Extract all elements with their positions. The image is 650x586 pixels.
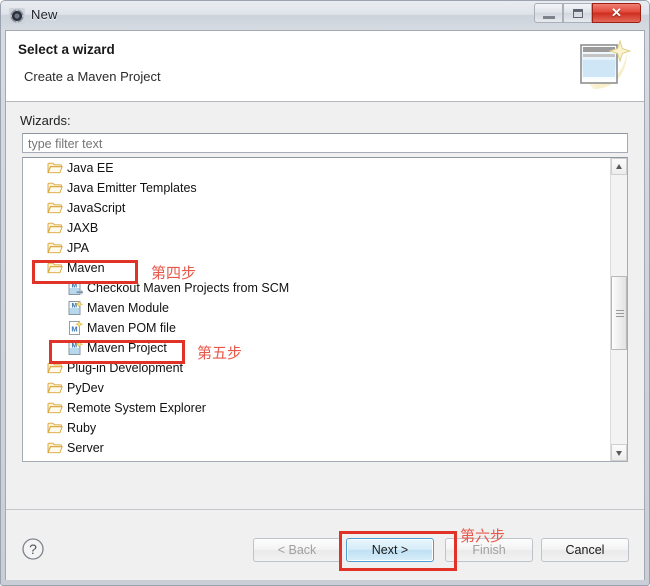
wizard-tree[interactable]: Java EE Java Emitter Templates JavaScript J… (22, 157, 628, 462)
svg-text:M: M (72, 282, 77, 289)
scroll-down-arrow-icon[interactable] (611, 444, 627, 461)
folder-icon (47, 422, 63, 434)
maven-module-icon: M (68, 300, 83, 315)
folder-icon (47, 402, 63, 414)
wizard-body: Wizards: Java EEJava Emitter TemplatesJa… (6, 102, 644, 509)
folder-icon (47, 222, 63, 234)
wizards-label: Wizards: (20, 113, 71, 128)
tree-item-java-ee[interactable]: Java EE (23, 158, 611, 178)
folder-icon (47, 182, 63, 194)
folder-icon (47, 242, 63, 254)
scroll-up-arrow-icon[interactable] (611, 158, 627, 175)
folder-icon (47, 162, 63, 174)
tree-vertical-scrollbar[interactable] (610, 158, 627, 461)
maven-project-icon: M (68, 340, 83, 355)
help-icon[interactable]: ? (21, 537, 45, 561)
svg-text:M: M (71, 325, 77, 334)
dialog-client-area: Select a wizard Create a Maven Project W… (5, 30, 645, 580)
next-button[interactable]: Next > (346, 538, 434, 562)
folder-icon (47, 382, 63, 394)
tree-item-plug-in-development[interactable]: Plug-in Development (23, 358, 611, 378)
tree-item-label: Java Emitter Templates (67, 181, 197, 195)
tree-item-maven-pom-file[interactable]: M Maven POM file (23, 318, 611, 338)
minimize-button[interactable] (534, 3, 563, 23)
folder-icon (47, 442, 63, 454)
wizard-sparkle-icon (580, 39, 632, 89)
tree-item-label: Plug-in Development (67, 361, 184, 375)
tree-item-label: JavaScript (67, 201, 126, 215)
wizard-tree-list[interactable]: Java EE Java Emitter Templates JavaScript J… (23, 158, 611, 461)
tree-item-label: Java EE (67, 161, 114, 175)
folder-icon (47, 262, 63, 274)
tree-item-ruby[interactable]: Ruby (23, 418, 611, 438)
back-button[interactable]: < Back (253, 538, 341, 562)
tree-item-remote-system-explorer[interactable]: Remote System Explorer (23, 398, 611, 418)
tree-item-checkout-maven-projects-from-scm[interactable]: M Checkout Maven Projects from SCM (23, 278, 611, 298)
tree-item-javascript[interactable]: JavaScript (23, 198, 611, 218)
folder-icon (47, 202, 63, 214)
tree-item-server[interactable]: Server (23, 438, 611, 458)
svg-text:M: M (72, 342, 77, 349)
tree-item-label: Maven POM file (87, 321, 176, 335)
tree-item-jaxb[interactable]: JAXB (23, 218, 611, 238)
tree-item-label: JAXB (67, 221, 99, 235)
close-button[interactable]: ✕ (592, 3, 641, 23)
tree-item-label: Maven (67, 261, 105, 275)
svg-text:M: M (72, 302, 77, 309)
tree-item-label: PyDev (67, 381, 104, 395)
tree-item-maven-project[interactable]: M Maven Project (23, 338, 611, 358)
maven-scm-icon: M (68, 281, 83, 295)
maven-pom-icon: M (69, 320, 83, 335)
svg-text:?: ? (29, 541, 37, 557)
new-wizard-dialog: New ✕ Select a wizard Create a Maven Pro… (0, 0, 650, 586)
maximize-icon (573, 9, 583, 18)
chevron-down-icon (616, 451, 622, 456)
chevron-up-icon (616, 164, 622, 169)
close-icon: ✕ (611, 5, 622, 20)
eclipse-gear-icon (9, 8, 25, 24)
wizard-header-banner: Select a wizard Create a Maven Project (6, 31, 644, 102)
page-subtitle: Create a Maven Project (24, 69, 161, 84)
title-bar: New ✕ (1, 1, 649, 30)
tree-item-label: Maven Module (87, 301, 169, 315)
tree-item-label: JPA (67, 241, 89, 255)
page-title: Select a wizard (18, 42, 115, 57)
tree-item-label: Remote System Explorer (67, 401, 206, 415)
scrollbar-grip-icon (616, 310, 624, 317)
minimize-icon (543, 16, 555, 19)
tree-item-pydev[interactable]: PyDev (23, 378, 611, 398)
tree-item-maven-module[interactable]: M Maven Module (23, 298, 611, 318)
filter-input[interactable] (22, 133, 628, 153)
tree-item-label: Maven Project (87, 341, 167, 355)
folder-icon (47, 362, 63, 374)
window-title: New (31, 7, 58, 22)
maximize-button[interactable] (563, 3, 592, 23)
scrollbar-thumb[interactable] (611, 276, 627, 350)
tree-item-label: Server (67, 441, 104, 455)
tree-item-label: Ruby (67, 421, 97, 435)
tree-item-jpa[interactable]: JPA (23, 238, 611, 258)
finish-button[interactable]: Finish (445, 538, 533, 562)
tree-item-java-emitter-templates[interactable]: Java Emitter Templates (23, 178, 611, 198)
tree-item-label: Checkout Maven Projects from SCM (87, 281, 290, 295)
tree-item-maven[interactable]: Maven (23, 258, 611, 278)
cancel-button[interactable]: Cancel (541, 538, 629, 562)
